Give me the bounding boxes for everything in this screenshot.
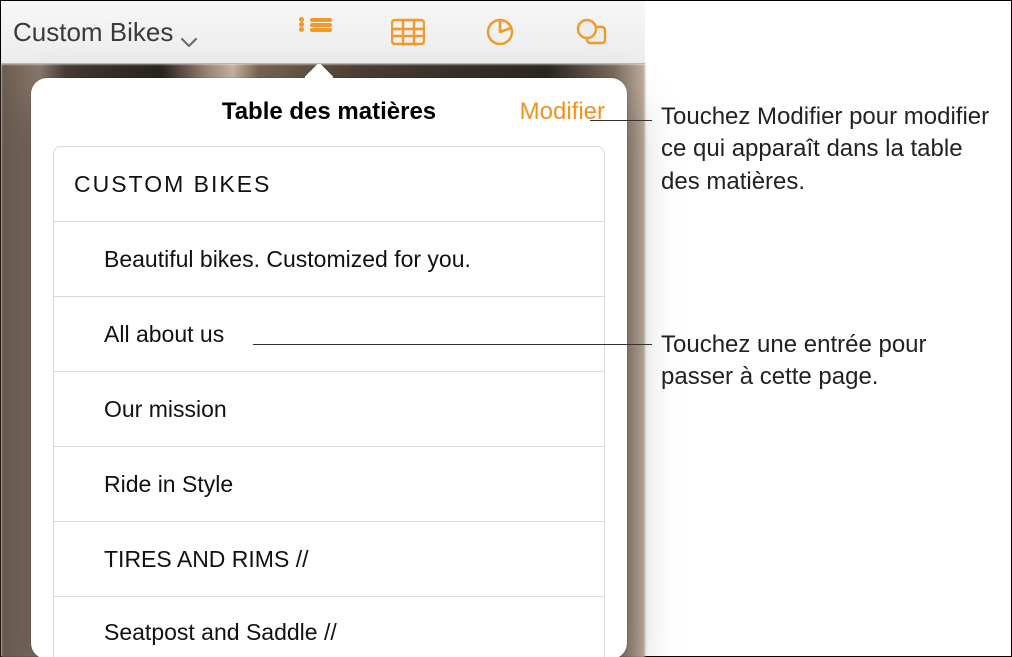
toc-entry[interactable]: All about us (54, 297, 604, 372)
toc-entry-label: Ride in Style (54, 471, 233, 498)
table-icon[interactable] (391, 17, 425, 47)
toc-entry[interactable]: Ride in Style (54, 447, 604, 522)
app-toolbar: Custom Bikes (1, 1, 645, 64)
toolbar-view-switcher (299, 17, 609, 47)
chart-icon[interactable] (483, 17, 517, 47)
chevron-down-icon (181, 24, 197, 40)
callout-edit: Touchez Modifier pour modifier ce qui ap… (661, 101, 991, 198)
document-title-dropdown[interactable]: Custom Bikes (1, 17, 221, 48)
toc-entry-label: CUSTOM BIKES (54, 171, 271, 198)
shapes-icon[interactable] (575, 17, 609, 47)
toc-entry-label: Seatpost and Saddle // (54, 619, 337, 646)
toc-entry-label: All about us (54, 321, 224, 348)
callout-entry: Touchez une entrée pour passer à cette p… (661, 329, 991, 394)
edit-button[interactable]: Modifier (520, 98, 605, 126)
popover-title: Table des matières (222, 98, 436, 126)
toc-list: CUSTOM BIKES Beautiful bikes. Customized… (53, 146, 605, 657)
toc-entry[interactable]: Our mission (54, 372, 604, 447)
toc-entry-label: Beautiful bikes. Customized for you. (54, 246, 471, 273)
toc-entry[interactable]: TIRES AND RIMS // (54, 522, 604, 597)
toc-entry[interactable]: Seatpost and Saddle // (54, 597, 604, 657)
toc-entry-label: Our mission (54, 396, 227, 423)
toc-entry[interactable]: Beautiful bikes. Customized for you. (54, 222, 604, 297)
toc-entry-label: TIRES AND RIMS // (54, 546, 308, 573)
callout-leader (253, 344, 652, 345)
toc-entry[interactable]: CUSTOM BIKES (54, 147, 604, 222)
popover-header: Table des matières Modifier (31, 78, 627, 146)
popover-arrow (305, 64, 333, 78)
list-icon[interactable] (299, 17, 333, 47)
document-title: Custom Bikes (13, 17, 173, 48)
toc-popover: Table des matières Modifier CUSTOM BIKES… (31, 78, 627, 657)
callout-leader (590, 120, 652, 121)
